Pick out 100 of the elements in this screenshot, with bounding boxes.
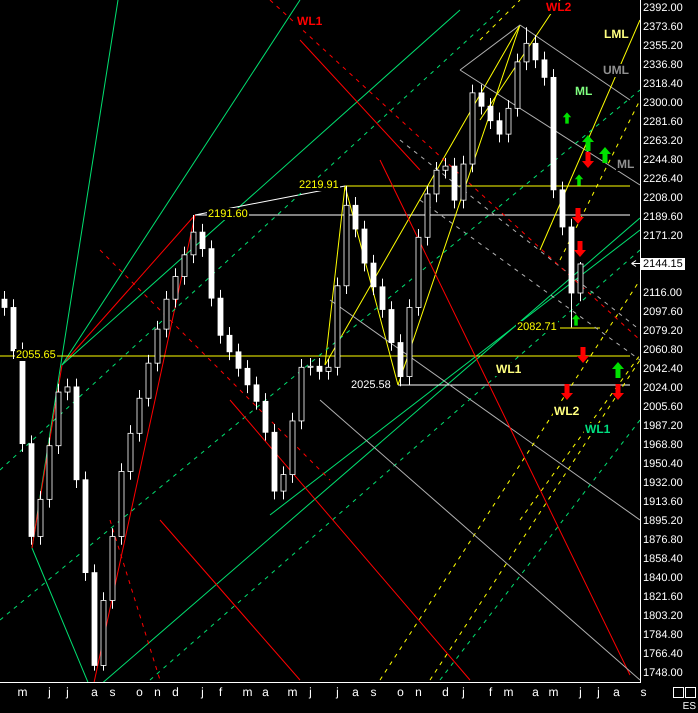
up-arrow-icon: [562, 112, 572, 124]
square-icon: [685, 687, 696, 698]
down-arrow-icon: [574, 241, 586, 257]
price-axis-label: 1876.80: [643, 534, 683, 546]
price-label: 2191.60: [207, 208, 249, 220]
month-label: d: [441, 686, 450, 699]
month-label: a: [90, 686, 99, 699]
price-axis-label: 1987.20: [643, 420, 683, 432]
price-axis-label: 2042.40: [643, 362, 683, 375]
month-label: f: [218, 686, 224, 699]
month-label: a: [351, 686, 360, 699]
price-axis-label: 2392.00: [643, 2, 683, 14]
up-arrow-icon: [599, 147, 611, 163]
price-axis-label: 1748.00: [643, 666, 683, 679]
down-arrow-icon: [572, 208, 584, 224]
current-price-label: 2144.15: [641, 258, 685, 270]
month-label: a: [531, 686, 540, 699]
line-label: WL1: [296, 15, 324, 28]
price-axis-label: 1821.60: [643, 590, 683, 603]
down-arrow-icon: [612, 384, 624, 400]
price-axis-label: 2208.00: [643, 192, 683, 204]
candlestick: [542, 51, 548, 86]
month-label: m: [16, 686, 28, 699]
month-label: j: [334, 686, 340, 699]
month-label: s: [640, 686, 648, 699]
price-axis-label: 1913.60: [643, 496, 683, 508]
month-label: m: [242, 686, 254, 699]
candlestick: [280, 466, 286, 500]
down-arrow-icon: [582, 152, 594, 168]
candlestick: [370, 254, 376, 296]
line-label: LML: [603, 28, 630, 41]
line-label: WL1: [584, 423, 612, 436]
month-label: n: [153, 686, 162, 699]
price-axis-label: 2355.20: [643, 40, 683, 52]
candlestick: [532, 34, 538, 69]
month-label: o: [135, 686, 144, 699]
candlestick: [316, 358, 322, 380]
price-axis-label: 1895.20: [643, 514, 683, 527]
candlestick: [380, 278, 386, 318]
price-label: 2025.58: [350, 379, 392, 391]
symbol-label: ES: [682, 701, 696, 712]
candlestick: [442, 157, 448, 179]
price-label: 2219.91: [298, 179, 340, 191]
up-arrow-icon: [574, 174, 584, 186]
month-label: a: [612, 686, 621, 699]
price-axis-label: 2263.20: [643, 135, 683, 148]
price-axis-label: 2336.80: [643, 59, 683, 72]
down-arrow-icon: [561, 384, 573, 400]
up-arrow-icon: [582, 135, 594, 151]
up-arrow-icon: [572, 314, 580, 326]
candlestick: [496, 112, 502, 143]
down-arrow-icon: [577, 347, 589, 363]
candlestick: [326, 358, 332, 380]
month-label: a: [261, 686, 270, 699]
month-label: f: [488, 686, 494, 699]
candlestick: [64, 378, 70, 401]
price-axis-label: 2060.80: [643, 344, 683, 356]
price-axis-label: 1950.40: [643, 458, 683, 470]
candlestick: [254, 376, 260, 410]
price-axis-label: 1968.80: [643, 438, 683, 451]
candlestick: [478, 84, 484, 116]
price-axis-label: 2281.60: [643, 116, 683, 128]
price-axis-label: 2300.00: [643, 97, 683, 110]
candlestick: [434, 161, 440, 203]
candlestick: [200, 223, 206, 258]
price-axis-label: 2079.20: [643, 324, 683, 337]
price-axis-label: 1766.40: [643, 648, 683, 660]
price-axis-label: 2005.60: [643, 400, 683, 413]
price-axis-label: 2116.00: [643, 287, 682, 299]
price-axis-label: 2024.00: [643, 382, 683, 394]
month-label: o: [396, 686, 405, 699]
month-label: j: [578, 686, 583, 699]
candlestick: [190, 214, 196, 264]
candlestick: [236, 343, 242, 378]
month-label: j: [596, 686, 601, 699]
price-label: 2055.65: [15, 349, 57, 361]
price-axis-label: 1858.40: [643, 552, 683, 565]
square-icon: [673, 687, 684, 698]
line-label: ML: [574, 85, 594, 98]
price-axis-label: 1803.20: [643, 610, 683, 622]
month-label: m: [502, 686, 514, 699]
candlestick: [488, 98, 494, 130]
month-label: j: [460, 686, 466, 699]
candlestick: [226, 326, 232, 361]
price-axis-label: 2171.20: [643, 230, 683, 242]
price-axis-label: 1784.80: [643, 628, 683, 641]
price-axis-label: 1932.00: [643, 476, 683, 489]
month-label: j: [200, 686, 205, 699]
month-label: s: [370, 686, 378, 699]
line-label: WL2: [545, 1, 572, 14]
month-label: m: [286, 686, 298, 699]
month-label: d: [171, 686, 180, 699]
price-axis-label: 2226.40: [643, 173, 683, 186]
candlestick: [182, 246, 188, 286]
up-arrow-icon: [612, 362, 624, 378]
price-axis-label: 2189.60: [643, 211, 683, 224]
month-label: m: [548, 686, 560, 699]
price-axis-label: 2097.60: [643, 306, 683, 318]
candlestick: [352, 196, 358, 238]
month-label: j: [46, 686, 52, 699]
